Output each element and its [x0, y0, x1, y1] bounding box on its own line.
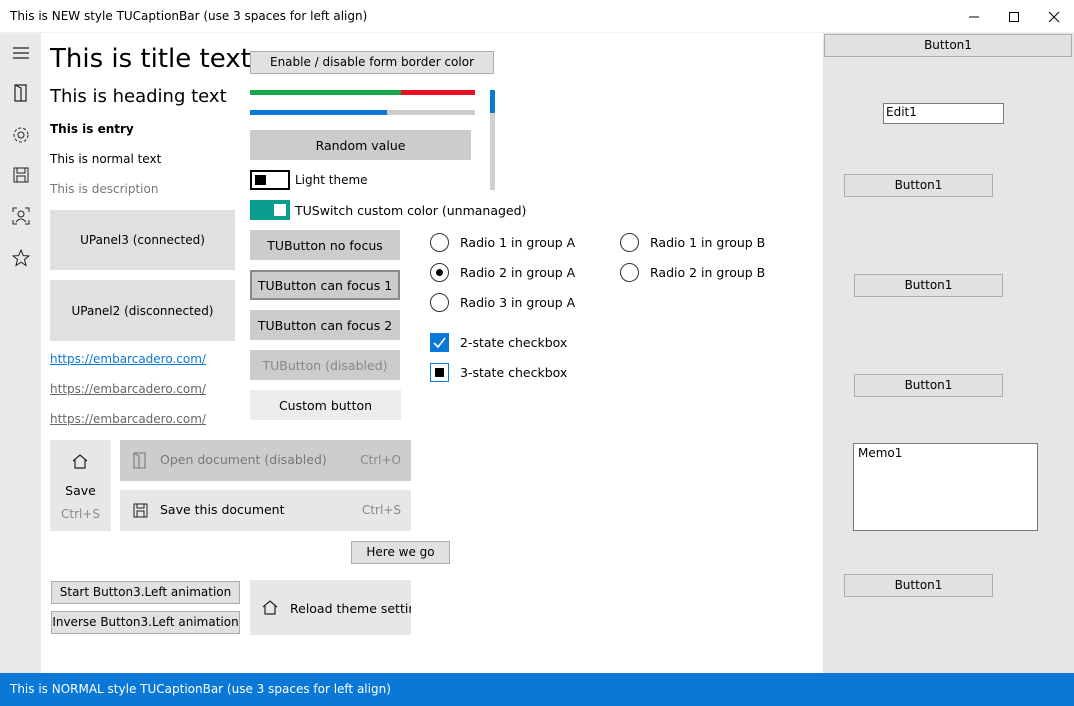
save-document-button[interactable]: Save this document Ctrl+S: [120, 490, 411, 531]
navigation-sidebar: [0, 33, 41, 673]
open-document-button: Open document (disabled) Ctrl+O: [120, 440, 411, 481]
radio-a1-label: Radio 1 in group A: [460, 235, 576, 250]
save-icon: [133, 503, 148, 518]
save-quick-button[interactable]: Save Ctrl+S: [50, 440, 111, 531]
inverse-animation-button[interactable]: Inverse Button3.Left animation: [51, 611, 240, 634]
button1-a[interactable]: Button1: [844, 174, 993, 197]
radio-b1[interactable]: [620, 233, 639, 252]
radio-b2[interactable]: [620, 263, 639, 282]
custom-switch-label: TUSwitch custom color (unmanaged): [295, 203, 527, 218]
light-theme-label: Light theme: [295, 173, 368, 187]
home-icon: [72, 454, 88, 469]
checkmark-icon: [433, 337, 446, 349]
tubutton-can-focus-2[interactable]: TUButton can focus 2: [250, 310, 400, 340]
right-panel: Button1 Edit1 Button1 Button1 Button1 Me…: [823, 33, 1074, 673]
reload-theme-label: Reload theme setting: [290, 601, 411, 616]
entry-text: This is entry: [50, 122, 134, 136]
scrollbar-thumb[interactable]: [490, 90, 495, 113]
tubutton-no-focus[interactable]: TUButton no focus: [250, 230, 400, 260]
caption-bar-top[interactable]: This is NEW style TUCaptionBar (use 3 sp…: [0, 0, 1074, 33]
minimize-icon: [969, 16, 979, 17]
radio-a3-label: Radio 3 in group A: [460, 295, 576, 310]
memo1-textarea[interactable]: Memo1: [853, 443, 1038, 531]
settings-icon[interactable]: [10, 124, 32, 146]
hyperlink-1[interactable]: https://embarcadero.com/: [50, 352, 206, 366]
upanel2: UPanel2 (disconnected): [50, 280, 235, 341]
home-icon: [262, 600, 278, 615]
radio-a2-label: Radio 2 in group A: [460, 265, 576, 280]
radio-a3[interactable]: [430, 293, 449, 312]
upanel3: UPanel3 (connected): [50, 210, 235, 270]
save-icon[interactable]: [10, 164, 32, 186]
button1-b[interactable]: Button1: [854, 274, 1003, 297]
radio-b1-label: Radio 1 in group B: [650, 235, 766, 250]
favorite-icon[interactable]: [10, 247, 32, 269]
normal-text: This is normal text: [50, 152, 162, 166]
save-quick-label: Save: [65, 483, 96, 498]
open-document-label: Open document (disabled): [160, 452, 327, 467]
caption-title: This is NEW style TUCaptionBar (use 3 sp…: [10, 9, 368, 23]
progress-fill-red: [400, 90, 475, 95]
save-document-shortcut: Ctrl+S: [361, 503, 401, 517]
radio-b2-label: Radio 2 in group B: [650, 265, 766, 280]
progress-fill-blue: [250, 110, 388, 115]
vertical-scrollbar[interactable]: [490, 90, 495, 190]
start-animation-button[interactable]: Start Button3.Left animation: [51, 581, 240, 604]
three-state-checkbox[interactable]: [430, 363, 449, 382]
hyperlink-3[interactable]: https://embarcadero.com/: [50, 412, 206, 426]
progress-bar-2: [250, 110, 475, 115]
heading-text: This is heading text: [50, 86, 227, 107]
caption-bottom-title: This is NORMAL style TUCaptionBar (use 3…: [10, 682, 391, 696]
edit1-field[interactable]: Edit1: [883, 103, 1004, 124]
tubutton-can-focus-1[interactable]: TUButton can focus 1: [250, 270, 400, 300]
open-document-icon[interactable]: [10, 82, 32, 104]
menu-icon[interactable]: [10, 42, 32, 64]
close-icon: [1048, 11, 1060, 22]
minimize-button[interactable]: [954, 0, 994, 33]
custom-color-switch[interactable]: [250, 200, 290, 220]
radio-a1[interactable]: [430, 233, 449, 252]
tubutton-disabled: TUButton (disabled): [250, 350, 400, 380]
two-state-checkbox[interactable]: [430, 333, 449, 352]
close-button[interactable]: [1034, 0, 1074, 33]
progress-bar-1: [250, 90, 475, 95]
hyperlink-2[interactable]: https://embarcadero.com/: [50, 382, 206, 396]
three-state-checkbox-label: 3-state checkbox: [460, 365, 568, 380]
border-color-button[interactable]: Enable / disable form border color: [250, 51, 494, 74]
open-document-shortcut: Ctrl+O: [360, 453, 401, 467]
light-theme-switch[interactable]: [250, 170, 290, 190]
description-text: This is description: [50, 182, 159, 196]
save-document-label: Save this document: [160, 502, 285, 517]
here-we-go-button[interactable]: Here we go: [351, 541, 450, 564]
account-icon[interactable]: [10, 205, 32, 227]
reload-theme-button[interactable]: Reload theme setting: [250, 580, 411, 635]
radio-a2[interactable]: [430, 263, 449, 282]
title-text: This is title text: [50, 44, 251, 74]
button1-c[interactable]: Button1: [854, 374, 1003, 397]
open-document-icon: [133, 452, 146, 469]
random-value-button[interactable]: Random value: [250, 130, 471, 160]
maximize-icon: [1009, 11, 1019, 22]
button1-d[interactable]: Button1: [844, 574, 993, 597]
maximize-button[interactable]: [994, 0, 1034, 33]
save-quick-shortcut: Ctrl+S: [60, 507, 101, 521]
two-state-checkbox-label: 2-state checkbox: [460, 335, 568, 350]
caption-bar-bottom[interactable]: This is NORMAL style TUCaptionBar (use 3…: [0, 673, 1074, 706]
custom-button[interactable]: Custom button: [250, 390, 401, 420]
progress-fill-green: [250, 90, 401, 95]
button1-top[interactable]: Button1: [824, 34, 1072, 57]
